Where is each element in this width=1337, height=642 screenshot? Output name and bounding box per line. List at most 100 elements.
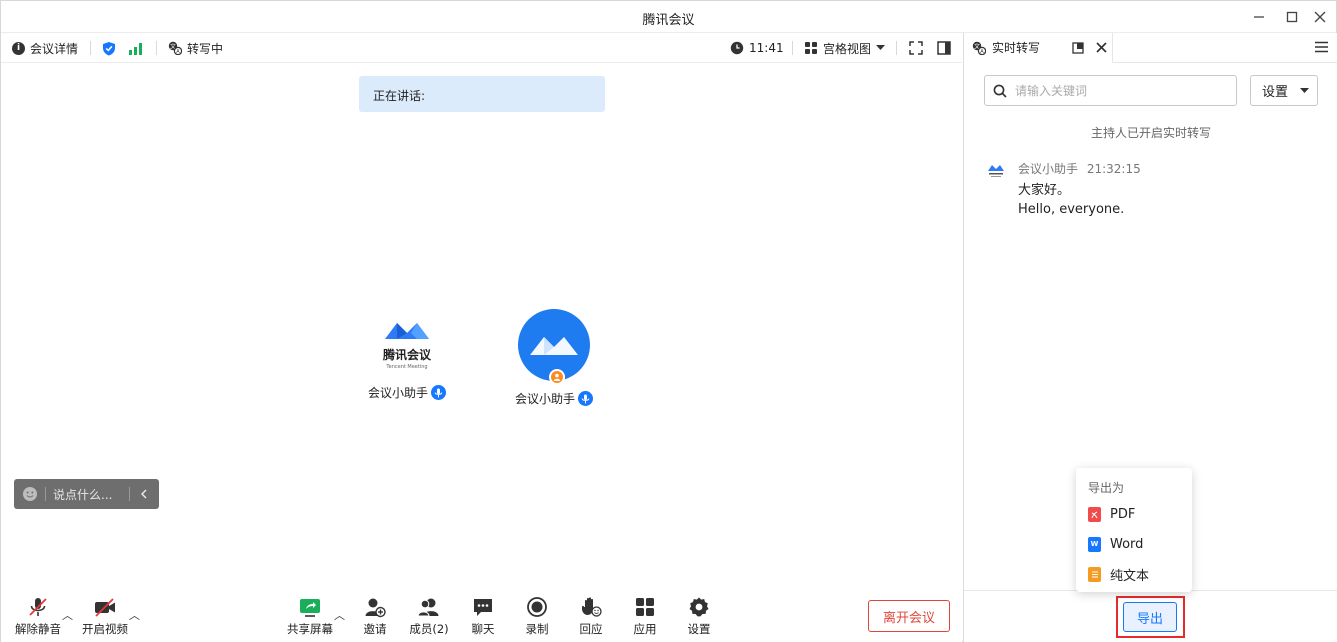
pdf-file-icon (1088, 506, 1101, 522)
control-bar: 解除静音 ︿ 开启视频 ︿ 共享屏幕 ︿ 邀请 成员(2) 聊天 录制 回应 应… (1, 589, 962, 642)
meeting-toolbar: i 会议详情 文 A 转写中 11:41 宫格视图 (1, 33, 962, 63)
apps-button[interactable]: 应用 (617, 595, 673, 637)
active-speaker-label: 正在讲话: (373, 89, 426, 103)
chat-button[interactable]: 聊天 (455, 595, 511, 637)
view-mode-dropdown[interactable]: 宫格视图 (804, 39, 886, 57)
tencent-meeting-logo-icon (385, 323, 429, 339)
tab-transcription-label: 实时转写 (992, 41, 1041, 55)
share-screen-label: 共享屏幕 (287, 622, 333, 636)
divider (896, 41, 897, 55)
export-text-item[interactable]: 纯文本 (1088, 563, 1149, 585)
participant-name: 会议小助手 (367, 386, 428, 400)
settings-dropdown-label: 设置 (1262, 85, 1289, 100)
close-icon[interactable] (1096, 42, 1107, 53)
chevron-left-icon[interactable] (140, 489, 147, 499)
share-screen-button[interactable]: 共享屏幕 (282, 595, 338, 637)
record-button[interactable]: 录制 (509, 595, 565, 637)
meeting-info-label: 会议详情 (30, 41, 79, 56)
participant-tile[interactable]: 腾讯会议 Tencent Meeting 会议小助手 (367, 319, 447, 401)
fullscreen-icon (909, 41, 923, 55)
minimize-button[interactable] (1249, 7, 1269, 27)
network-signal[interactable] (128, 39, 143, 57)
meeting-stage: 正在讲话: 腾讯会议 Tencent Meeting 会议小助手 会议小助手 说… (1, 63, 962, 589)
close-icon (1314, 11, 1326, 23)
security-button[interactable] (102, 39, 116, 57)
active-speaker-banner: 正在讲话: (359, 76, 605, 112)
view-mode-label: 宫格视图 (823, 41, 872, 56)
reactions-label: 回应 (579, 622, 603, 636)
mic-muted-icon (29, 598, 47, 616)
transcription-status-label: 转写中 (187, 41, 224, 56)
apps-label: 应用 (633, 622, 657, 636)
chat-label: 聊天 (471, 622, 495, 636)
tab-transcription[interactable]: 文 A 实时转写 (964, 33, 1113, 63)
divider (90, 41, 91, 55)
window-title: 腾讯会议 (642, 13, 695, 28)
reactions-button[interactable]: 回应 (563, 595, 619, 637)
clock-icon (730, 41, 744, 55)
host-badge-icon (549, 369, 565, 385)
logo-subtitle: Tencent Meeting (386, 364, 428, 370)
close-window-button[interactable] (1310, 7, 1330, 27)
message-sender: 会议小助手 (1018, 162, 1079, 176)
invite-button[interactable]: 邀请 (347, 595, 403, 637)
divider (792, 41, 793, 55)
divider (1113, 62, 1337, 63)
panel-menu-button[interactable] (1315, 41, 1328, 56)
meeting-time: 11:41 (749, 41, 784, 55)
members-button[interactable]: 成员(2) (401, 595, 457, 637)
apps-icon (636, 598, 654, 616)
tencent-meeting-logo: 腾讯会议 Tencent Meeting (367, 319, 447, 379)
start-video-button[interactable]: 开启视频 (77, 595, 133, 637)
meeting-timer: 11:41 (730, 39, 784, 57)
export-menu-header: 导出为 (1088, 481, 1125, 495)
add-user-icon (365, 598, 386, 618)
transcription-settings-dropdown[interactable]: 设置 (1250, 75, 1318, 106)
participant-name-row: 会议小助手 (515, 390, 594, 407)
participant-tile[interactable]: 会议小助手 (515, 309, 594, 407)
divider (45, 487, 46, 501)
export-word-item[interactable]: W Word (1088, 533, 1143, 555)
export-pdf-item[interactable]: PDF (1088, 503, 1135, 525)
message-line: Hello, everyone. (1018, 202, 1125, 217)
meeting-info-button[interactable]: i 会议详情 (12, 39, 78, 57)
toggle-panel-button[interactable] (937, 39, 951, 57)
settings-button[interactable]: 设置 (671, 595, 727, 637)
message-time: 21:32:15 (1086, 162, 1141, 176)
fullscreen-button[interactable] (909, 39, 923, 57)
start-video-label: 开启视频 (82, 622, 128, 636)
export-button[interactable]: 导出 (1123, 602, 1177, 632)
text-file-icon (1088, 566, 1101, 582)
mic-options-chevron-up-icon[interactable]: ︿ (62, 607, 73, 623)
emoji-icon[interactable] (22, 486, 38, 502)
caret-down-icon (1300, 87, 1310, 93)
record-icon (527, 597, 547, 617)
word-file-icon: W (1088, 536, 1101, 552)
search-placeholder: 请输入关键词 (1015, 84, 1088, 98)
sidebar-icon (937, 41, 951, 55)
mic-icon (431, 385, 446, 400)
share-screen-icon (300, 599, 320, 617)
minimize-icon (1254, 16, 1264, 18)
share-options-chevron-up-icon[interactable]: ︿ (334, 607, 345, 623)
popout-icon[interactable] (1072, 41, 1084, 54)
quick-chat-bar[interactable]: 说点什么... (14, 479, 159, 509)
transcription-status[interactable]: 文 A 转写中 (168, 39, 223, 57)
title-bar: 腾讯会议 (1, 1, 1336, 33)
divider (129, 487, 130, 501)
divider (156, 41, 157, 55)
keyword-search-input[interactable]: 请输入关键词 (984, 75, 1237, 106)
transcribe-icon: 文 A (168, 41, 182, 55)
menu-icon (1315, 41, 1328, 53)
settings-label: 设置 (687, 622, 711, 636)
video-options-chevron-up-icon[interactable]: ︿ (129, 607, 140, 623)
shield-icon (103, 41, 115, 55)
maximize-button[interactable] (1282, 7, 1302, 27)
leave-meeting-button[interactable]: 离开会议 (868, 600, 950, 632)
unmute-button[interactable]: 解除静音 (10, 595, 66, 637)
members-icon (417, 598, 439, 617)
message-meta: 会议小助手 21:32:15 (1018, 160, 1141, 177)
sender-avatar (988, 165, 1004, 177)
quick-chat-input[interactable]: 说点什么... (53, 486, 129, 503)
svg-text:A: A (176, 49, 180, 55)
